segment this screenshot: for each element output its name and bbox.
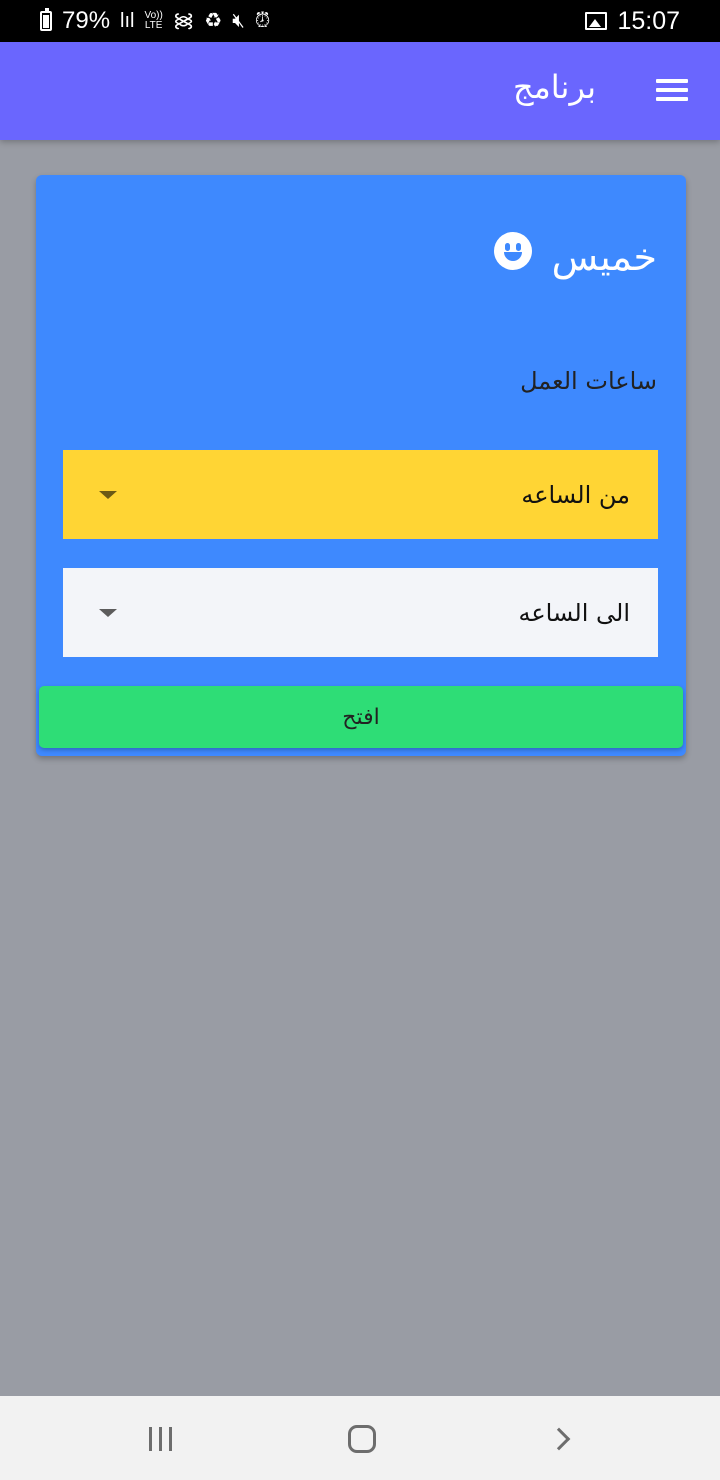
system-nav-bar (0, 1396, 720, 1480)
status-right: 15:07 (585, 7, 680, 36)
wifi-icon: ᯼ (172, 10, 195, 32)
recycle-icon: ♻ (204, 10, 223, 32)
volte-lte-badge: Vo)) LTE (145, 11, 163, 31)
to-hour-select[interactable]: الى الساعه (63, 568, 658, 657)
open-button[interactable]: افتح (39, 686, 683, 748)
mute-icon: 🔇︎ (232, 10, 245, 32)
gallery-icon (585, 12, 608, 30)
day-card: خميس ساعات العمل من الساعه الى الساعه اف… (36, 175, 686, 756)
to-hour-value: الى الساعه (518, 598, 630, 627)
chevron-down-icon (99, 490, 117, 499)
day-title: خميس (551, 235, 657, 279)
chevron-down-icon (99, 608, 117, 617)
hamburger-menu-icon[interactable] (656, 79, 688, 103)
app-bar: برنامج (0, 42, 720, 140)
battery-icon (40, 8, 52, 31)
lte-label: LTE (144, 20, 163, 31)
app-title: برنامج (512, 68, 596, 106)
signal-bars-icon: lıl (120, 10, 135, 32)
status-bar: 79% lıl Vo)) LTE ᯼ ♻ 🔇︎ ⏰︎ 15:07 (0, 0, 720, 42)
day-header: خميس (493, 232, 657, 279)
smile-icon (493, 232, 532, 270)
alarm-icon: ⏰︎ (254, 10, 271, 32)
from-hour-select[interactable]: من الساعه (63, 450, 658, 539)
back-icon[interactable] (547, 1427, 571, 1451)
battery-percent: 79% (62, 7, 111, 34)
status-left: 79% lıl Vo)) LTE ᯼ ♻ 🔇︎ ⏰︎ (40, 7, 270, 35)
status-time: 15:07 (617, 6, 680, 35)
recent-apps-icon[interactable] (147, 1427, 175, 1451)
working-hours-label: ساعات العمل (520, 367, 657, 395)
home-icon[interactable] (348, 1425, 376, 1453)
from-hour-value: من الساعه (521, 480, 630, 509)
